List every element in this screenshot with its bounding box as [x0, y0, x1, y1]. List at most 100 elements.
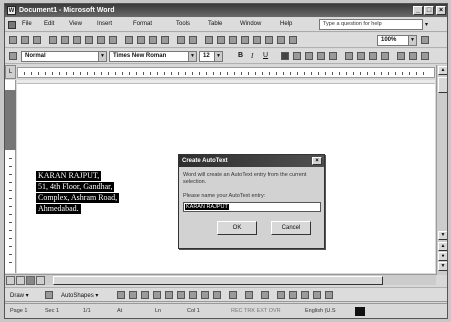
diagram-icon[interactable]	[189, 291, 197, 299]
increase-indent-icon[interactable]	[381, 52, 389, 60]
next-page-icon[interactable]: ▼	[438, 262, 447, 271]
redo-icon[interactable]	[189, 36, 197, 44]
italic-button[interactable]: I	[251, 52, 253, 60]
document-icon[interactable]	[8, 21, 16, 29]
zoom-combo[interactable]: 100% ▼	[377, 35, 417, 46]
align-center-icon[interactable]	[293, 52, 301, 60]
normal-view-icon[interactable]	[6, 276, 15, 285]
menu-help[interactable]: Help	[280, 21, 292, 27]
style-combo[interactable]: Normal ▼	[21, 51, 107, 62]
chevron-down-icon[interactable]: ▼	[188, 52, 196, 61]
bullets-icon[interactable]	[357, 52, 365, 60]
drawing-icon[interactable]	[265, 36, 273, 44]
spelling-icon[interactable]	[97, 36, 105, 44]
highlight-icon[interactable]	[409, 52, 417, 60]
save-icon[interactable]	[33, 36, 41, 44]
outline-view-icon[interactable]	[36, 276, 45, 285]
chevron-down-icon[interactable]: ▼	[214, 52, 222, 61]
font-color-icon[interactable]	[421, 52, 429, 60]
font-color-draw-icon[interactable]	[261, 291, 269, 299]
new-document-icon[interactable]	[9, 36, 17, 44]
draw-menu-button[interactable]: Draw ▾	[10, 292, 29, 299]
menu-format[interactable]: Format	[133, 21, 152, 27]
dash-style-icon[interactable]	[289, 291, 297, 299]
rectangle-icon[interactable]	[141, 291, 149, 299]
vertical-scroll-thumb[interactable]	[438, 77, 447, 93]
autoshapes-menu-button[interactable]: AutoShapes ▾	[61, 292, 98, 299]
justify-icon[interactable]	[317, 52, 325, 60]
autotext-name-input[interactable]: KARAN RAJPUT	[183, 202, 321, 212]
border-icon[interactable]	[397, 52, 405, 60]
research-icon[interactable]	[109, 36, 117, 44]
chevron-down-icon[interactable]: ▼	[408, 36, 416, 45]
selected-text-line[interactable]: KARAN RAJPUT,	[36, 171, 102, 181]
print-icon[interactable]	[73, 36, 81, 44]
line-spacing-icon[interactable]	[329, 52, 337, 60]
help-icon[interactable]	[421, 36, 429, 44]
numbering-icon[interactable]	[345, 52, 353, 60]
hyperlink-icon[interactable]	[205, 36, 213, 44]
open-folder-icon[interactable]	[21, 36, 29, 44]
clip-art-icon[interactable]	[201, 291, 209, 299]
help-question-box[interactable]: Type a question for help	[319, 19, 423, 30]
wordart-icon[interactable]	[177, 291, 185, 299]
styles-formatting-icon[interactable]	[9, 52, 17, 60]
previous-page-icon[interactable]: ▲	[438, 242, 447, 251]
line-icon[interactable]	[117, 291, 125, 299]
dialog-close-button[interactable]: ×	[312, 157, 322, 165]
chevron-down-icon[interactable]: ▼	[98, 52, 106, 61]
permission-icon[interactable]	[49, 36, 57, 44]
close-button[interactable]: ×	[436, 6, 446, 15]
arrow-style-icon[interactable]	[301, 291, 309, 299]
menu-table[interactable]: Table	[208, 21, 222, 27]
vertical-scrollbar[interactable]: ▲ ▼ ▲ ● ▼	[436, 65, 447, 275]
underline-button[interactable]: U	[263, 52, 268, 59]
cut-icon[interactable]	[125, 36, 133, 44]
scroll-down-icon[interactable]: ▼	[438, 231, 447, 240]
font-combo[interactable]: Times New Roman ▼	[109, 51, 197, 62]
format-painter-icon[interactable]	[161, 36, 169, 44]
decrease-indent-icon[interactable]	[369, 52, 377, 60]
shadow-icon[interactable]	[313, 291, 321, 299]
columns-icon[interactable]	[253, 36, 261, 44]
menu-window[interactable]: Window	[240, 21, 261, 27]
ok-button[interactable]: OK	[217, 221, 257, 235]
selected-text-line[interactable]: 51, 4th Floor, Gandhar,	[36, 182, 115, 192]
tables-borders-icon[interactable]	[217, 36, 225, 44]
selected-text-line[interactable]: Ahmedabad.	[36, 204, 81, 214]
arrow-icon[interactable]	[129, 291, 137, 299]
align-right-icon[interactable]	[305, 52, 313, 60]
menu-tools[interactable]: Tools	[176, 21, 190, 27]
document-map-icon[interactable]	[277, 36, 285, 44]
3d-icon[interactable]	[325, 291, 333, 299]
select-objects-icon[interactable]	[45, 291, 53, 299]
bold-button[interactable]: B	[238, 52, 243, 59]
email-icon[interactable]	[61, 36, 69, 44]
show-hide-icon[interactable]	[289, 36, 297, 44]
status-indicators[interactable]: REC TRK EXT OVR	[231, 308, 281, 314]
align-left-icon[interactable]	[281, 52, 289, 60]
vertical-ruler[interactable]	[5, 80, 16, 273]
minimize-button[interactable]: _	[413, 6, 423, 15]
spelling-status-icon[interactable]	[355, 307, 365, 316]
menu-edit[interactable]: Edit	[44, 21, 54, 27]
picture-icon[interactable]	[213, 291, 221, 299]
insert-excel-icon[interactable]	[241, 36, 249, 44]
text-box-icon[interactable]	[165, 291, 173, 299]
scroll-up-icon[interactable]: ▲	[438, 66, 447, 75]
oval-icon[interactable]	[153, 291, 161, 299]
print-preview-icon[interactable]	[85, 36, 93, 44]
horizontal-scroll-thumb[interactable]	[53, 276, 383, 285]
word-app-icon[interactable]: W	[7, 6, 16, 15]
fill-color-icon[interactable]	[229, 291, 237, 299]
maximize-button[interactable]: □	[424, 6, 434, 15]
print-layout-view-icon[interactable]	[26, 276, 35, 285]
select-browse-object-icon[interactable]: ●	[438, 252, 447, 261]
horizontal-scrollbar[interactable]	[5, 274, 436, 285]
horizontal-ruler[interactable]	[17, 67, 435, 78]
line-style-icon[interactable]	[277, 291, 285, 299]
help-dropdown-arrow[interactable]: ▾	[425, 21, 428, 28]
undo-icon[interactable]	[177, 36, 185, 44]
web-layout-view-icon[interactable]	[16, 276, 25, 285]
menu-file[interactable]: File	[22, 21, 32, 27]
